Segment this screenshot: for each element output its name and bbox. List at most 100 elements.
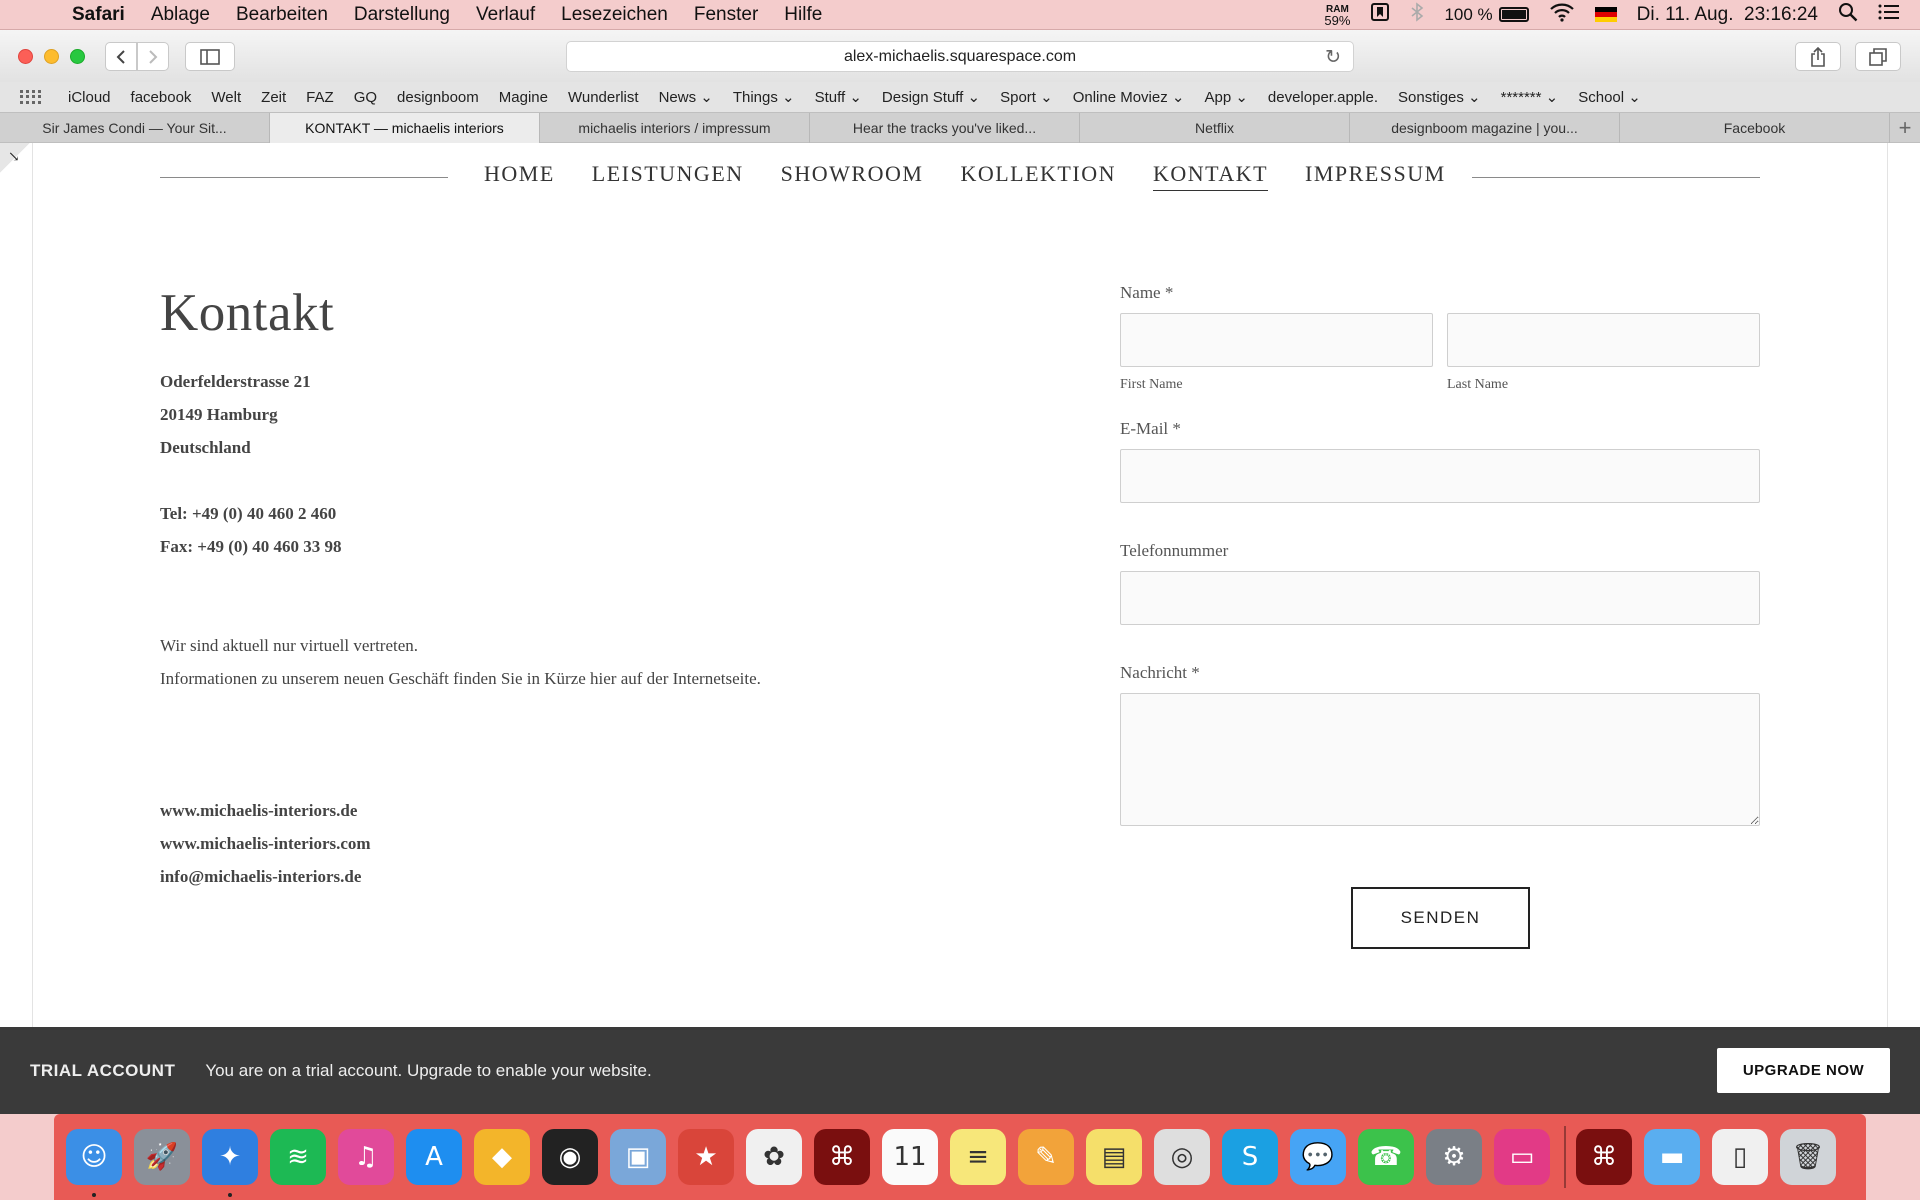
phone-input[interactable] xyxy=(1120,571,1760,625)
itunes-icon[interactable]: ♫ xyxy=(338,1129,394,1185)
bookmark-folder[interactable]: Things ⌄ xyxy=(733,88,795,106)
menu-hilfe[interactable]: Hilfe xyxy=(784,4,822,26)
menu-bearbeiten[interactable]: Bearbeiten xyxy=(236,4,328,26)
system-preferences-icon[interactable]: ⚙ xyxy=(1426,1129,1482,1185)
website-link[interactable]: www.michaelis-interiors.com xyxy=(160,827,920,860)
last-name-input[interactable] xyxy=(1447,313,1760,367)
nav-kontakt[interactable]: KONTAKT xyxy=(1152,161,1269,191)
sidebar-toggle-button[interactable] xyxy=(185,42,235,71)
bookmark-folder[interactable]: School ⌄ xyxy=(1578,88,1641,106)
spotify-icon[interactable]: ≋ xyxy=(270,1129,326,1185)
calendar-icon[interactable]: 11 xyxy=(882,1129,938,1185)
bookmark-folder[interactable]: Online Moviez ⌄ xyxy=(1073,88,1185,106)
finder-icon[interactable]: ☺ xyxy=(66,1129,122,1197)
submit-button[interactable]: SENDEN xyxy=(1351,887,1530,949)
nav-leistungen[interactable]: LEISTUNGEN xyxy=(592,161,744,191)
app-store-icon[interactable]: A xyxy=(406,1129,462,1185)
acrobat-reader-icon[interactable]: ⌘ xyxy=(1576,1129,1632,1185)
bookmark-folder[interactable]: Design Stuff ⌄ xyxy=(882,88,980,106)
tab-netflix[interactable]: Netflix xyxy=(1080,113,1350,143)
sketch-icon[interactable]: ◆ xyxy=(474,1129,530,1185)
pages-icon[interactable]: ✎ xyxy=(1018,1129,1074,1185)
address-bar[interactable]: alex-michaelis.squarespace.com ↻ xyxy=(566,41,1354,72)
nav-impressum[interactable]: IMPRESSUM xyxy=(1305,161,1446,191)
trash-icon[interactable]: 🗑 xyxy=(1780,1129,1836,1185)
facetime-icon[interactable]: ☎ xyxy=(1358,1129,1414,1185)
zoom-window-button[interactable] xyxy=(70,49,85,64)
bookmark-item[interactable]: Wunderlist xyxy=(568,89,639,106)
upgrade-now-button[interactable]: UPGRADE NOW xyxy=(1717,1048,1890,1093)
spotlight-search-icon[interactable] xyxy=(1838,2,1858,28)
skype-icon[interactable]: S xyxy=(1222,1129,1278,1185)
menu-verlauf[interactable]: Verlauf xyxy=(476,4,535,26)
message-textarea[interactable] xyxy=(1120,693,1760,826)
bookmark-item[interactable]: GQ xyxy=(354,89,377,106)
acrobat-icon[interactable]: ⌘ xyxy=(814,1129,870,1185)
ram-monitor[interactable]: RAM 59% xyxy=(1324,4,1350,27)
bookmark-folder[interactable]: Sonstiges ⌄ xyxy=(1398,88,1481,106)
bookmark-item[interactable]: FAZ xyxy=(306,89,334,106)
menu-fenster[interactable]: Fenster xyxy=(694,4,758,26)
close-window-button[interactable] xyxy=(18,49,33,64)
launchpad-icon[interactable]: 🚀 xyxy=(134,1129,190,1185)
first-name-input[interactable] xyxy=(1120,313,1433,367)
bookmark-item[interactable]: iCloud xyxy=(68,89,111,106)
menu-clock[interactable]: Di. 11. Aug. 23:16:24 xyxy=(1637,4,1818,26)
bookmark-folder[interactable]: Stuff ⌄ xyxy=(815,88,862,106)
menu-darstellung[interactable]: Darstellung xyxy=(354,4,450,26)
dvd-player-icon[interactable]: ◎ xyxy=(1154,1129,1210,1185)
bookmark-folder[interactable]: App ⌄ xyxy=(1204,88,1247,106)
messages-icon[interactable]: 💬 xyxy=(1290,1129,1346,1185)
tab-liked-tracks[interactable]: Hear the tracks you've liked... xyxy=(810,113,1080,143)
tab-facebook[interactable]: Facebook xyxy=(1620,113,1890,143)
bookmark-folder[interactable]: ******* ⌄ xyxy=(1501,88,1559,106)
bookmark-item[interactable]: facebook xyxy=(131,89,192,106)
tab-impressum[interactable]: michaelis interiors / impressum xyxy=(540,113,810,143)
wunderlist-icon[interactable]: ★ xyxy=(678,1129,734,1185)
safari-glyph: ✦ xyxy=(219,1142,241,1172)
tab-sir-james[interactable]: Sir James Condi — Your Sit... xyxy=(0,113,270,143)
new-tab-button[interactable]: + xyxy=(1890,113,1920,142)
preview-icon[interactable]: ▣ xyxy=(610,1129,666,1185)
bookmark-folder[interactable]: News ⌄ xyxy=(659,88,713,106)
photos-icon[interactable]: ✿ xyxy=(746,1129,802,1185)
email-link[interactable]: info@michaelis-interiors.de xyxy=(160,860,920,893)
tab-designboom[interactable]: designboom magazine | you... xyxy=(1350,113,1620,143)
bookmark-folder[interactable]: Sport ⌄ xyxy=(1000,88,1053,106)
bookmark-app-icon[interactable] xyxy=(1370,2,1390,28)
bookmark-item[interactable]: Welt xyxy=(211,89,241,106)
email-input[interactable] xyxy=(1120,449,1760,503)
nav-kollektion[interactable]: KOLLEKTION xyxy=(960,161,1116,191)
menu-ablage[interactable]: Ablage xyxy=(151,4,210,26)
bluetooth-icon[interactable] xyxy=(1410,1,1424,28)
notes-icon[interactable]: ≡ xyxy=(950,1129,1006,1185)
wifi-icon[interactable] xyxy=(1549,2,1575,28)
back-button[interactable] xyxy=(105,42,137,71)
nav-showroom[interactable]: SHOWROOM xyxy=(781,161,924,191)
nav-home[interactable]: HOME xyxy=(484,161,555,191)
bookmark-item[interactable]: developer.apple. xyxy=(1268,89,1378,106)
reload-icon[interactable]: ↻ xyxy=(1325,46,1341,69)
website-link[interactable]: www.michaelis-interiors.de xyxy=(160,794,920,827)
file-icon[interactable]: ▯ xyxy=(1712,1129,1768,1185)
forward-button[interactable] xyxy=(137,42,169,71)
show-all-bookmarks-icon[interactable] xyxy=(20,90,41,104)
menu-lesezeichen[interactable]: Lesezeichen xyxy=(561,4,668,26)
tab-kontakt[interactable]: KONTAKT — michaelis interiors xyxy=(270,113,540,143)
notification-center-icon[interactable] xyxy=(1878,3,1900,27)
cleanmymac-icon[interactable]: ▭ xyxy=(1494,1129,1550,1185)
minimize-window-button[interactable] xyxy=(44,49,59,64)
downloads-folder-icon[interactable]: ▬ xyxy=(1644,1129,1700,1185)
photo-booth-icon[interactable]: ◉ xyxy=(542,1129,598,1185)
safari-icon[interactable]: ✦ xyxy=(202,1129,258,1197)
stickies-icon[interactable]: ▤ xyxy=(1086,1129,1142,1185)
menu-app-name[interactable]: Safari xyxy=(72,4,125,26)
battery-status[interactable]: 100 % xyxy=(1444,5,1529,25)
input-source-flag-icon[interactable] xyxy=(1594,7,1617,22)
bookmark-item[interactable]: designboom xyxy=(397,89,479,106)
resize-corner[interactable]: ↘ xyxy=(0,143,30,173)
bookmark-item[interactable]: Zeit xyxy=(261,89,286,106)
tab-overview-button[interactable] xyxy=(1855,42,1901,71)
share-button[interactable] xyxy=(1795,42,1841,71)
bookmark-item[interactable]: Magine xyxy=(499,89,548,106)
